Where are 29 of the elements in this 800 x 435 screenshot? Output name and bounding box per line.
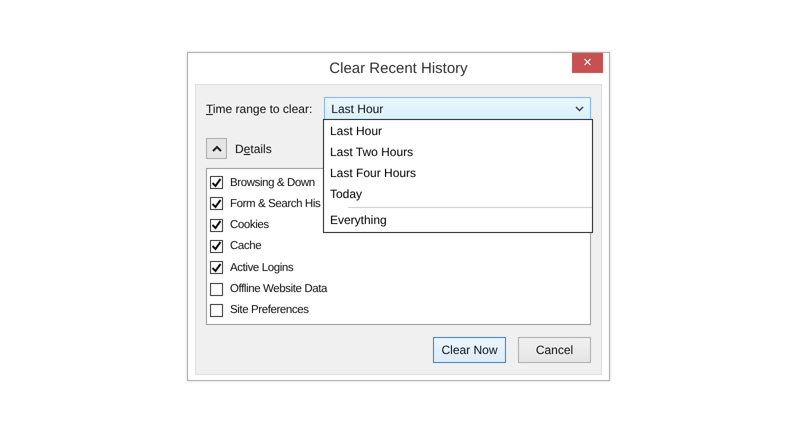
dropdown-option[interactable]: Everything [324,210,592,231]
checkbox[interactable] [210,218,223,232]
details-label: Details [235,142,272,156]
checkbox-label: Form & Search His [230,198,320,210]
checkbox[interactable] [210,176,223,190]
caret-up-icon [212,145,222,152]
checkbox-label: Browsing & Down [230,176,315,189]
dropdown-option[interactable]: Last Hour [324,121,592,142]
dropdown-option[interactable]: Last Two Hours [324,142,592,163]
checkbox[interactable] [210,197,223,210]
time-range-label: Time range to clear: [206,102,312,116]
checkbox-label: Cookies [230,219,269,232]
checkbox[interactable] [210,304,223,317]
close-button[interactable]: × [572,53,603,73]
checkbox-label: Offline Website Data [230,283,328,296]
chevron-down-icon [575,106,584,112]
checkbox-label: Cache [230,240,262,252]
cancel-button[interactable]: Cancel [518,337,591,363]
details-toggle-button[interactable] [206,138,227,159]
clear-now-button[interactable]: Clear Now [433,337,506,363]
checkbox[interactable] [210,282,223,296]
time-range-dropdown[interactable]: Last Hour [324,97,591,120]
window-title: Clear Recent History [329,60,468,77]
checkbox[interactable] [210,261,223,274]
dropdown-option[interactable]: Today [324,184,592,205]
checkbox-label: Site Preferences [230,304,309,316]
dropdown-option[interactable]: Last Four Hours [324,163,592,184]
checkbox-label: Active Logins [230,262,294,274]
checkbox[interactable] [210,240,223,253]
